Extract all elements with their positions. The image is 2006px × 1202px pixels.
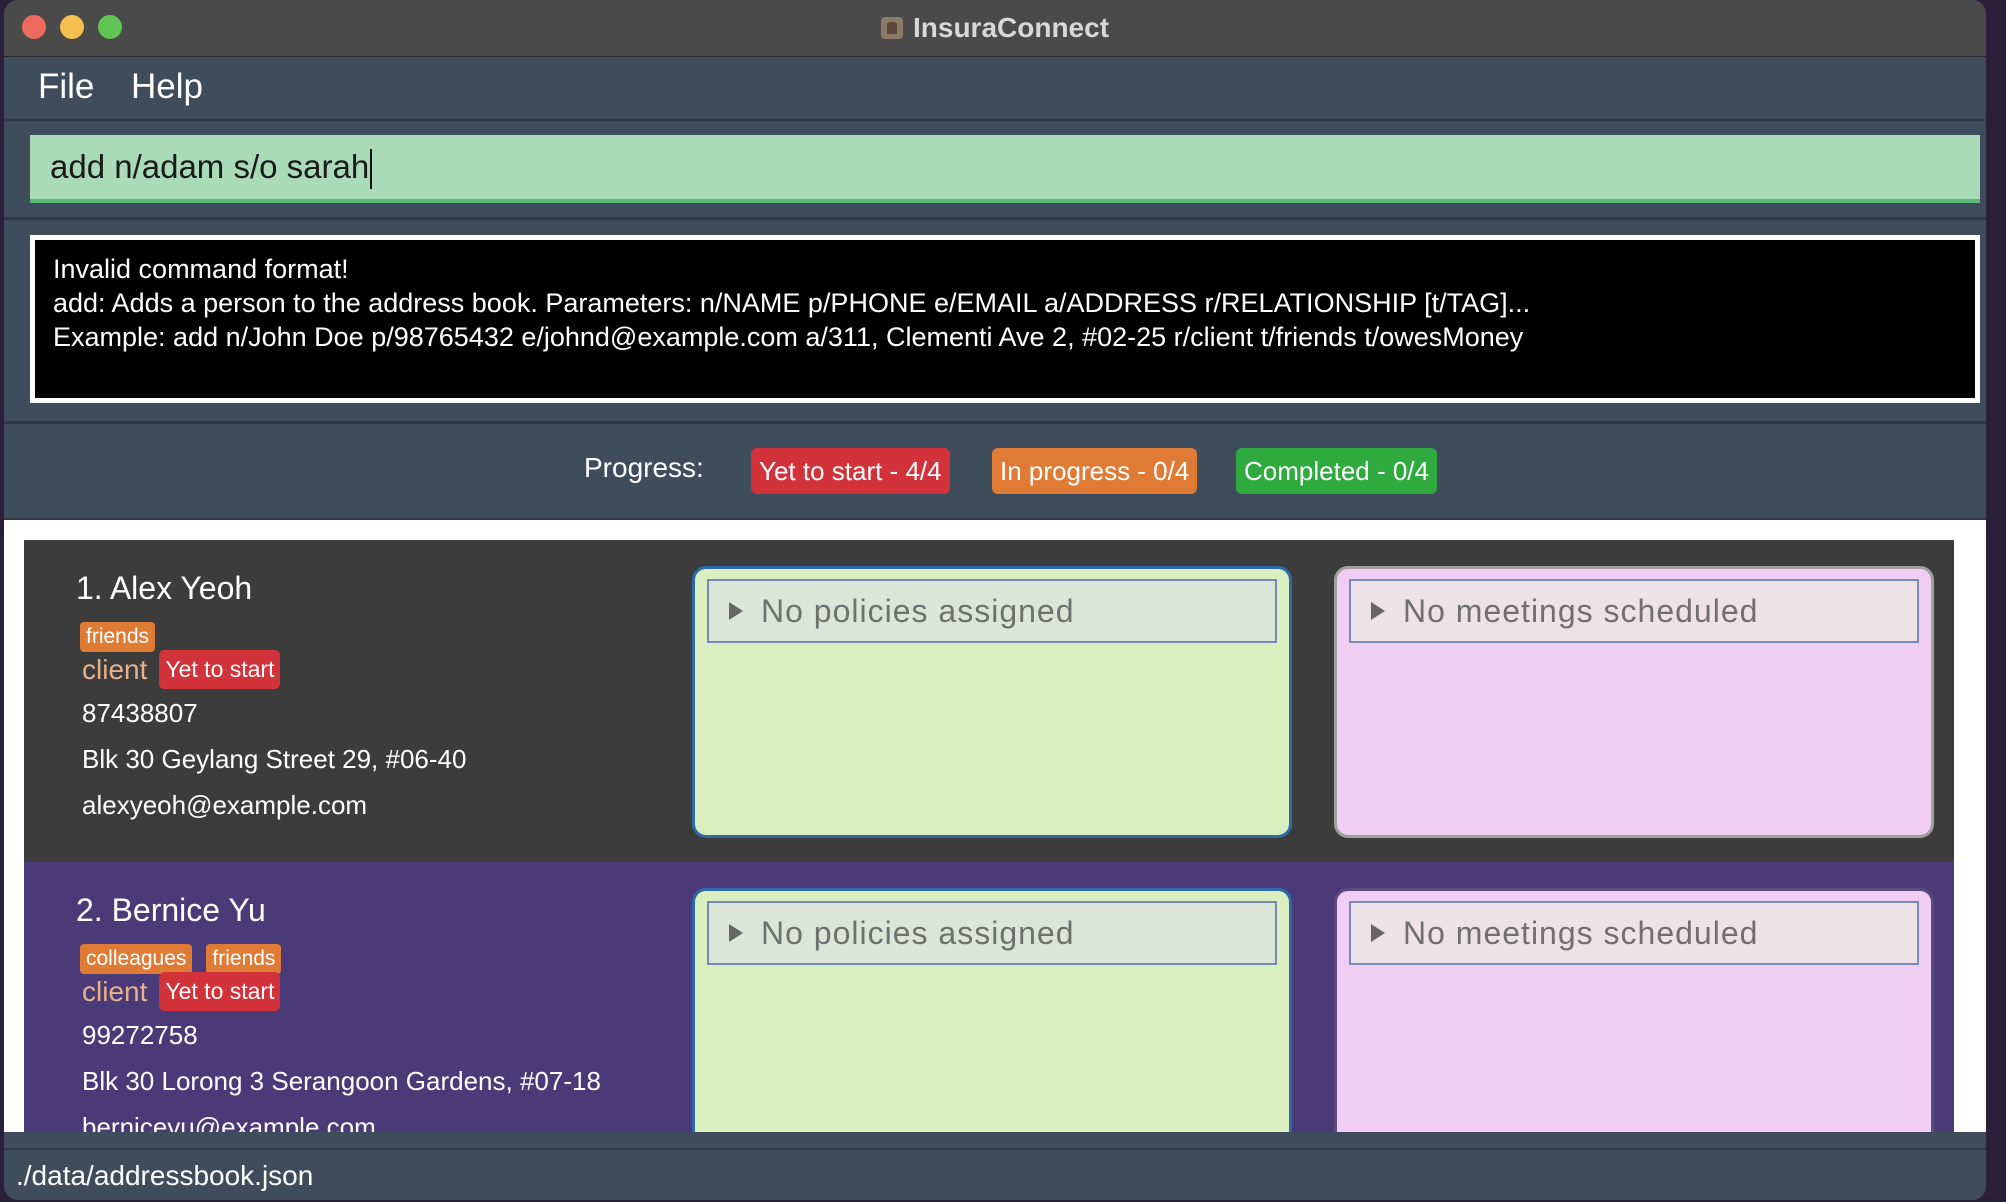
meeting-panel: No meetings scheduled: [1334, 566, 1934, 838]
tag-badge: colleagues: [80, 944, 193, 974]
expand-arrow-icon: [1371, 602, 1385, 620]
result-line: Example: add n/John Doe p/98765432 e/joh…: [53, 322, 1524, 352]
result-display-area: Invalid command format! add: Adds a pers…: [4, 221, 1986, 424]
tag-badge: friends: [80, 622, 156, 652]
person-list-panel: 1. Alex Yeoh friends client Yet to start…: [4, 520, 1986, 1132]
person-address: Blk 30 Geylang Street 29, #06-40: [82, 744, 467, 774]
command-box-area: add n/adam s/o sarah: [4, 121, 1986, 220]
person-phone: 99272758: [82, 1020, 198, 1050]
meetings-accordion-label: No meetings scheduled: [1403, 592, 1759, 629]
tag-list: colleagues friends: [80, 944, 282, 974]
result-line: add: Adds a person to the address book. …: [53, 288, 1531, 318]
person-name: 2. Bernice Yu: [76, 892, 266, 928]
relationship-row: client Yet to start: [82, 972, 281, 1011]
title-bar: InsuraConnect: [4, 0, 1986, 57]
app-icon: [880, 17, 903, 39]
meeting-panel: No meetings scheduled: [1334, 888, 1934, 1132]
tag-badge: friends: [206, 944, 282, 974]
policies-accordion[interactable]: No policies assigned: [707, 901, 1277, 965]
menu-help[interactable]: Help: [131, 67, 203, 107]
progress-label: Progress:: [584, 452, 704, 483]
person-email: alexyeoh@example.com: [82, 790, 368, 820]
menu-file[interactable]: File: [38, 67, 94, 107]
progress-yet-to-start-badge: Yet to start - 4/4: [751, 448, 950, 494]
status-badge: Yet to start: [159, 650, 281, 689]
expand-arrow-icon: [729, 924, 743, 942]
status-badge: Yet to start: [159, 972, 281, 1011]
expand-arrow-icon: [729, 602, 743, 620]
policy-panel: No policies assigned: [692, 888, 1292, 1132]
person-card[interactable]: 2. Bernice Yu colleagues friends client …: [24, 862, 1954, 1132]
relationship-row: client Yet to start: [82, 650, 281, 689]
command-text: add n/adam s/o sarah: [50, 148, 370, 185]
relationship-label: client: [82, 653, 148, 685]
progress-in-progress-badge: In progress - 0/4: [992, 448, 1198, 494]
tag-list: friends: [80, 622, 156, 652]
window-title: InsuraConnect: [912, 12, 1110, 43]
meetings-accordion[interactable]: No meetings scheduled: [1349, 901, 1919, 965]
policies-accordion[interactable]: No policies assigned: [707, 579, 1277, 643]
policies-accordion-label: No policies assigned: [761, 592, 1075, 629]
person-phone: 87438807: [82, 698, 198, 728]
person-email: berniceyu@example.com: [82, 1112, 376, 1132]
status-bar: ./data/addressbook.json: [4, 1148, 1986, 1200]
data-file-path: ./data/addressbook.json: [16, 1160, 314, 1191]
expand-arrow-icon: [1371, 924, 1385, 942]
result-display[interactable]: Invalid command format! add: Adds a pers…: [30, 235, 1980, 403]
progress-completed-badge: Completed - 0/4: [1236, 448, 1437, 494]
meetings-accordion[interactable]: No meetings scheduled: [1349, 579, 1919, 643]
person-list[interactable]: 1. Alex Yeoh friends client Yet to start…: [24, 540, 1954, 1132]
policies-accordion-label: No policies assigned: [761, 914, 1075, 951]
menu-bar: File Help: [4, 57, 1986, 121]
meetings-accordion-label: No meetings scheduled: [1403, 914, 1759, 951]
progress-panel: Progress: Yet to start - 4/4 In progress…: [4, 424, 1986, 520]
person-name: 1. Alex Yeoh: [76, 570, 253, 606]
relationship-label: client: [82, 975, 148, 1007]
person-address: Blk 30 Lorong 3 Serangoon Gardens, #07-1…: [82, 1066, 601, 1096]
text-caret: [370, 149, 373, 190]
result-line: Invalid command format!: [53, 254, 349, 284]
app-window: InsuraConnect File Help add n/adam s/o s…: [4, 0, 1986, 1200]
policy-panel: No policies assigned: [692, 566, 1292, 838]
command-input[interactable]: add n/adam s/o sarah: [30, 135, 1980, 203]
person-card[interactable]: 1. Alex Yeoh friends client Yet to start…: [24, 540, 1954, 862]
